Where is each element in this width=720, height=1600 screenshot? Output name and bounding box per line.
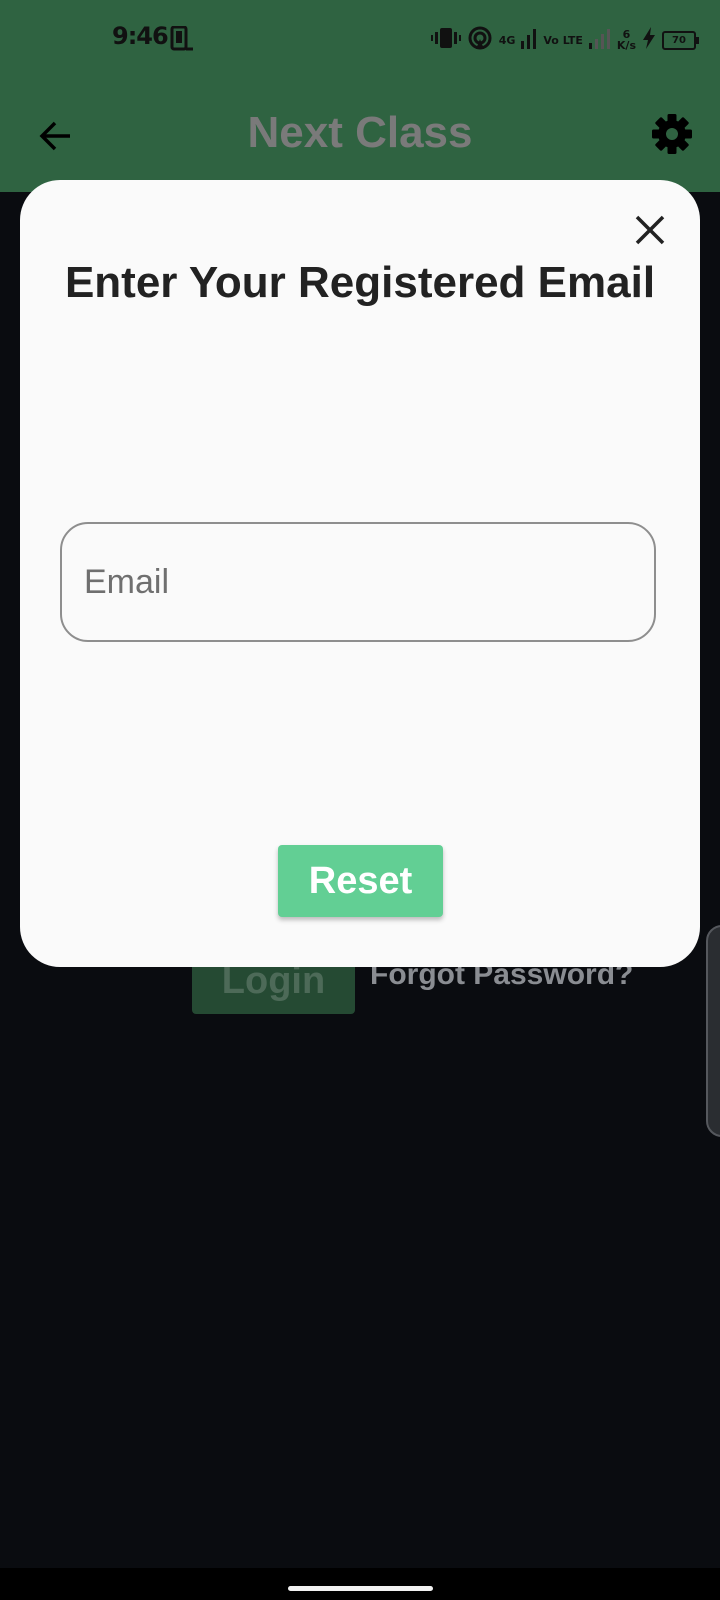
gear-icon [652,114,692,154]
side-panel-handle [706,925,720,1137]
close-icon [635,215,665,245]
settings-button[interactable] [650,112,694,156]
app-bar: Next Class [0,80,720,192]
network-type-label: 4G [498,33,516,47]
battery-icon: 70 [662,30,699,50]
screenshot-icon [168,25,194,57]
app-title: Next Class [247,108,473,157]
reset-button[interactable]: Reset [278,845,443,917]
close-button[interactable] [632,212,668,248]
navigation-bar [0,1568,720,1600]
charging-icon [642,26,656,54]
volte-label: Vo LTE [543,33,583,47]
network-speed: 6 K/s [617,29,636,51]
home-indicator[interactable] [288,1586,433,1591]
email-field[interactable] [60,522,656,642]
vibrate-icon [430,26,461,55]
hotspot-icon [467,25,493,56]
signal-icon-secondary [588,27,611,54]
signal-icon-primary [521,27,537,54]
status-time: 9:46 [112,22,169,50]
status-icons: 4G Vo LTE 6 K/s 70 [430,22,699,58]
network-speed-unit: K/s [616,39,636,52]
dialog-title: Enter Your Registered Email [64,258,656,307]
status-bar: 9:46 4G Vo LTE 6 K/s 70 [0,0,720,80]
reset-password-dialog: Enter Your Registered Email Reset [20,180,700,967]
